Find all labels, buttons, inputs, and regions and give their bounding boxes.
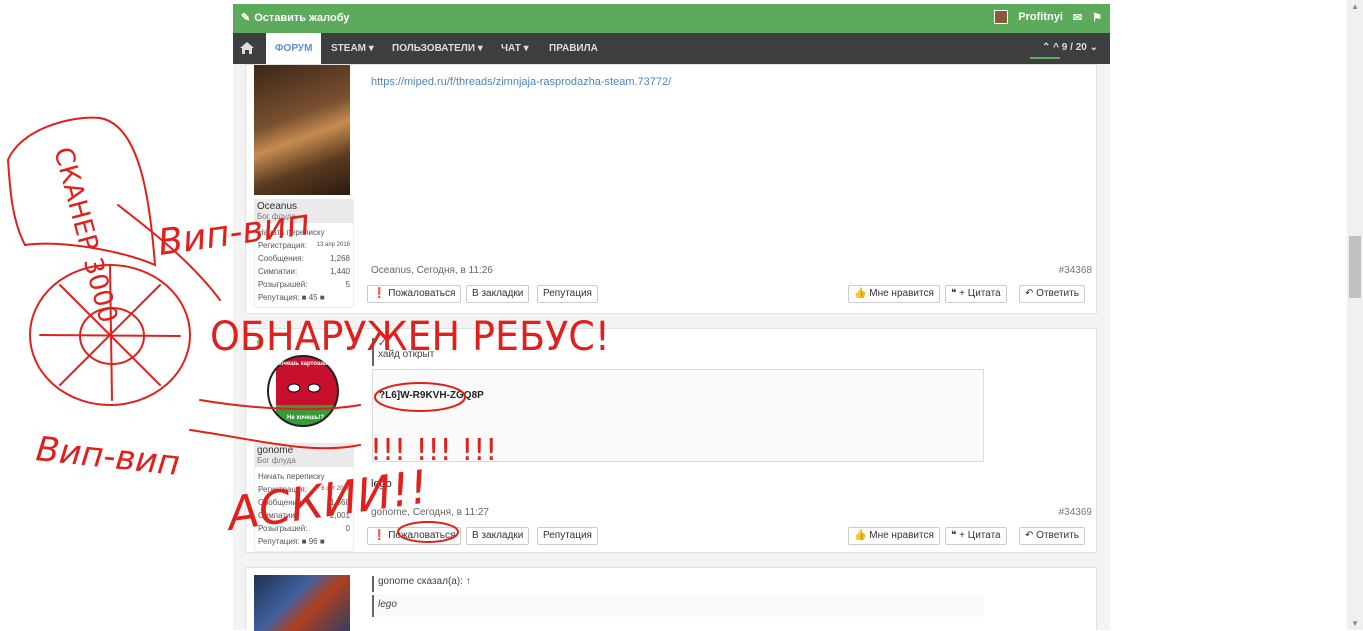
scribble-overlay: СКАНЕР 3000 Вип-вип ОБНАРУЖЕН РЕБУС! Вип… (6, 116, 610, 543)
scribble-marks: !!! !!! !!! (370, 433, 497, 468)
scribble-vip-1: Вип-вип (156, 202, 313, 264)
scribble-vip-2: Вип-вип (34, 429, 182, 484)
scroll-down-icon[interactable]: ▼ (1351, 619, 1359, 628)
scroll-thumb[interactable] (1349, 236, 1361, 298)
scroll-up-icon[interactable]: ▲ (1351, 2, 1359, 11)
scribble-scanner: СКАНЕР 3000 (47, 144, 123, 326)
scribble-found: ОБНАРУЖЕН РЕБУС! (210, 314, 610, 360)
scrollbar[interactable]: ▲ ▼ (1347, 0, 1363, 630)
